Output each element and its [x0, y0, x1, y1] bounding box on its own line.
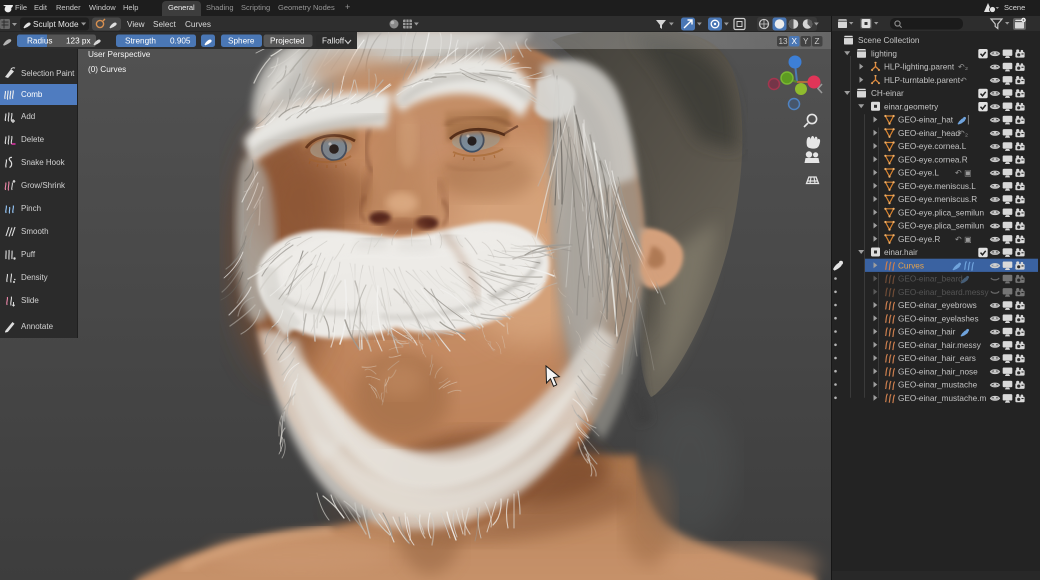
svg-text:Scene Collection: Scene Collection [858, 36, 920, 45]
svg-text:CH-einar: CH-einar [871, 89, 904, 98]
svg-text:Curves: Curves [898, 261, 924, 270]
svg-text:User Perspective: User Perspective [88, 50, 151, 59]
svg-text:GEO-einar_mustache.m: GEO-einar_mustache.m [898, 394, 986, 403]
svg-text:lighting: lighting [871, 49, 897, 58]
svg-text:GEO-eye.R: GEO-eye.R [898, 235, 940, 244]
svg-text:13: 13 [779, 37, 789, 46]
svg-text:GEO-eye.plica_semilun: GEO-eye.plica_semilun [898, 222, 984, 231]
svg-text:Sphere: Sphere [228, 37, 255, 46]
svg-text:GEO-einar_hair: GEO-einar_hair [898, 328, 956, 337]
svg-text:GEO-einar_hat: GEO-einar_hat [898, 116, 954, 125]
svg-text:GEO-eye.L: GEO-eye.L [898, 169, 939, 178]
svg-text:GEO-einar_hair.messy: GEO-einar_hair.messy [898, 341, 982, 350]
svg-text:GEO-einar_eyebrows: GEO-einar_eyebrows [898, 301, 977, 310]
svg-text:↶ ▣: ↶ ▣ [955, 235, 972, 244]
svg-text:Projected: Projected [270, 37, 305, 46]
svg-text:einar.hair: einar.hair [884, 248, 918, 257]
svg-text:↶ ▣: ↶ ▣ [955, 169, 972, 178]
svg-text:einar.geometry: einar.geometry [884, 103, 939, 112]
svg-text:Y: Y [803, 37, 809, 46]
svg-text:GEO-einar_eyelashes: GEO-einar_eyelashes [898, 314, 979, 323]
svg-text:Radius: Radius [27, 37, 53, 46]
svg-text:Strength: Strength [125, 37, 156, 46]
svg-text:↶₂: ↶₂ [958, 63, 968, 72]
svg-text:↶: ↶ [960, 76, 967, 85]
svg-text:Falloff: Falloff [322, 37, 345, 46]
svg-text:0.905: 0.905 [170, 37, 191, 46]
svg-text:GEO-eye.meniscus.R: GEO-eye.meniscus.R [898, 195, 977, 204]
svg-text:HLP-lighting.parent: HLP-lighting.parent [884, 63, 955, 72]
svg-text:HLP-turntable.parent: HLP-turntable.parent [884, 76, 961, 85]
svg-text:GEO-einar_head: GEO-einar_head [898, 129, 960, 138]
svg-text:123 px: 123 px [66, 37, 91, 46]
svg-text:Z: Z [815, 37, 820, 46]
svg-text:(0) Curves: (0) Curves [88, 65, 126, 74]
svg-text:X: X [792, 37, 798, 46]
svg-text:▏: ▏ [967, 115, 974, 125]
svg-text:GEO-eye.cornea.L: GEO-eye.cornea.L [898, 142, 967, 151]
svg-text:GEO-eye.meniscus.L: GEO-eye.meniscus.L [898, 182, 976, 191]
svg-text:View: View [127, 20, 145, 29]
svg-text:Select: Select [153, 20, 176, 29]
svg-text:↶₂: ↶₂ [958, 129, 968, 138]
svg-text:GEO-eye.plica_semilun: GEO-eye.plica_semilun [898, 208, 984, 217]
svg-text:GEO-einar_beard: GEO-einar_beard [898, 275, 963, 284]
svg-text:GEO-einar_hair_nose: GEO-einar_hair_nose [898, 367, 978, 376]
svg-text:Curves: Curves [185, 20, 211, 29]
svg-text:GEO-einar_beard.messy: GEO-einar_beard.messy [898, 288, 989, 297]
svg-text:Sculpt Mode: Sculpt Mode [33, 20, 79, 29]
svg-text:GEO-einar_mustache: GEO-einar_mustache [898, 381, 978, 390]
svg-text:GEO-einar_hair_ears: GEO-einar_hair_ears [898, 354, 976, 363]
svg-text:GEO-eye.cornea.R: GEO-eye.cornea.R [898, 155, 968, 164]
